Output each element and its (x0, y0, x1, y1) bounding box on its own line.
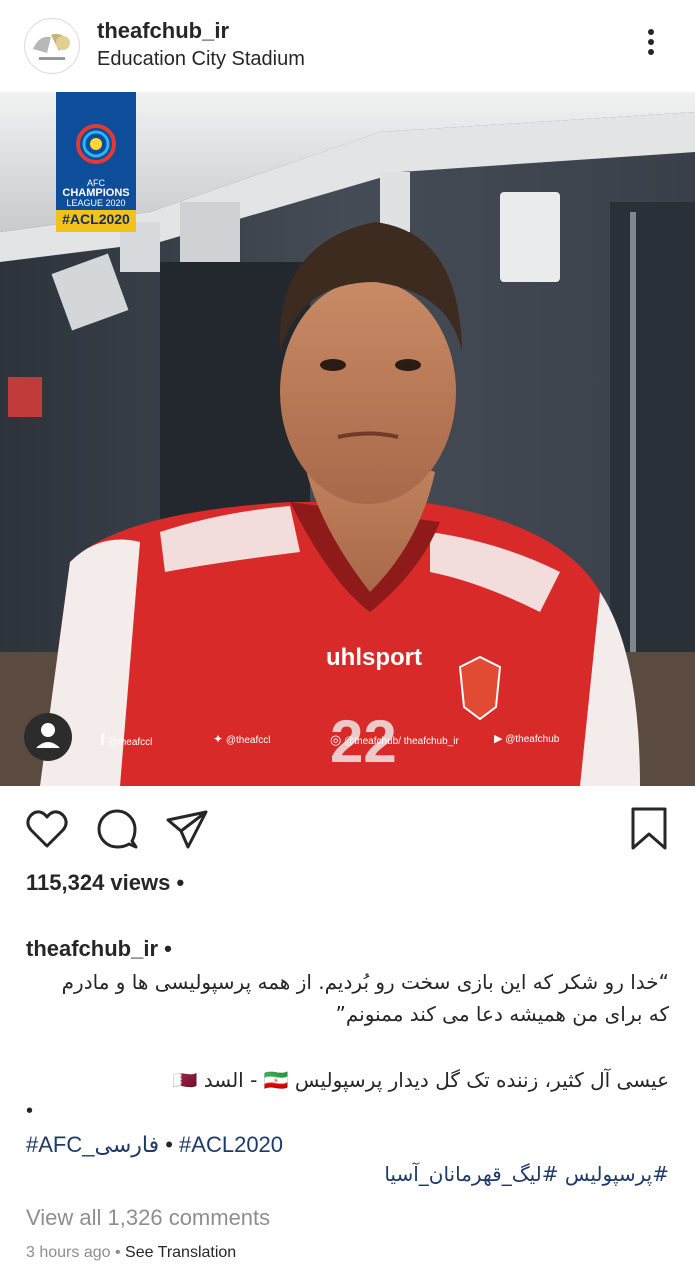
see-translation-link[interactable]: See Translation (125, 1244, 236, 1261)
twitter-icon: ✦ (213, 732, 224, 746)
hashtag-persepolis-acl[interactable]: #پرسپولیس #لیگ_قهرمانان_آسیا (384, 1162, 669, 1186)
badge-line2: CHAMPIONS (62, 187, 130, 199)
youtube-icon: ▶ (494, 733, 503, 745)
afc-badge: AFC CHAMPIONS LEAGUE 2020 (56, 178, 136, 208)
meta-separator: • (110, 1244, 126, 1261)
badge-hashtag: #ACL2020 (62, 211, 130, 227)
post-location[interactable]: Education City Stadium (97, 48, 305, 71)
more-options-icon[interactable] (636, 26, 666, 66)
hashtag-separator: • (159, 1132, 180, 1157)
post-video[interactable]: AFC CHAMPIONS LEAGUE 2020 #ACL2020 uhlsp… (0, 92, 695, 786)
hashtag-afc-farsi[interactable]: #AFC_فارسی (26, 1132, 159, 1157)
badge-line3: LEAGUE 2020 (66, 198, 126, 208)
view-all-comments-link[interactable]: View all 1,326 comments (26, 1205, 270, 1231)
social-handle: @theafchub (505, 734, 560, 745)
caption-line-2: که برای من همیشه دعا می کند ممنونم” (335, 1002, 669, 1026)
instagram-icon: ◎ (330, 732, 342, 747)
caption-line-3: عیسی آل کثیر، زننده تک گل دیدار پرسپولیس… (172, 1068, 669, 1092)
save-bookmark-icon[interactable] (626, 806, 672, 852)
facebook-icon: f (100, 732, 105, 749)
jersey-brand: uhlsport (326, 644, 422, 671)
comment-icon[interactable] (94, 806, 140, 852)
action-bar (0, 786, 695, 870)
caption-dot: • (26, 1100, 34, 1122)
view-count[interactable]: 115,324 views • (26, 870, 184, 896)
post-meta: 3 hours ago • See Translation (26, 1244, 236, 1262)
caption-username[interactable]: theafchub_ir • (26, 936, 172, 962)
tag-people-icon[interactable] (24, 712, 72, 760)
share-icon[interactable] (164, 806, 210, 852)
hashtag-row: #AFC_فارسی • #ACL2020 (26, 1132, 283, 1158)
profile-avatar[interactable] (24, 18, 80, 74)
social-handle: @theafchub/ theafchub_ir (344, 736, 459, 747)
caption-line-1: “خدا رو شکر که این بازی سخت رو بُردیم. ا… (61, 970, 669, 994)
social-handles: f @theafccl ✦ @theafccl ◎ @theafchub/ th… (100, 732, 660, 752)
post-timestamp: 3 hours ago (26, 1244, 111, 1261)
post-username[interactable]: theafchub_ir (97, 18, 229, 44)
social-handle: @theafccl (107, 737, 153, 748)
social-handle: @theafccl (225, 735, 271, 746)
hashtag-acl2020[interactable]: #ACL2020 (179, 1132, 283, 1157)
post-header: theafchub_ir Education City Stadium (0, 0, 695, 92)
like-icon[interactable] (24, 806, 70, 852)
